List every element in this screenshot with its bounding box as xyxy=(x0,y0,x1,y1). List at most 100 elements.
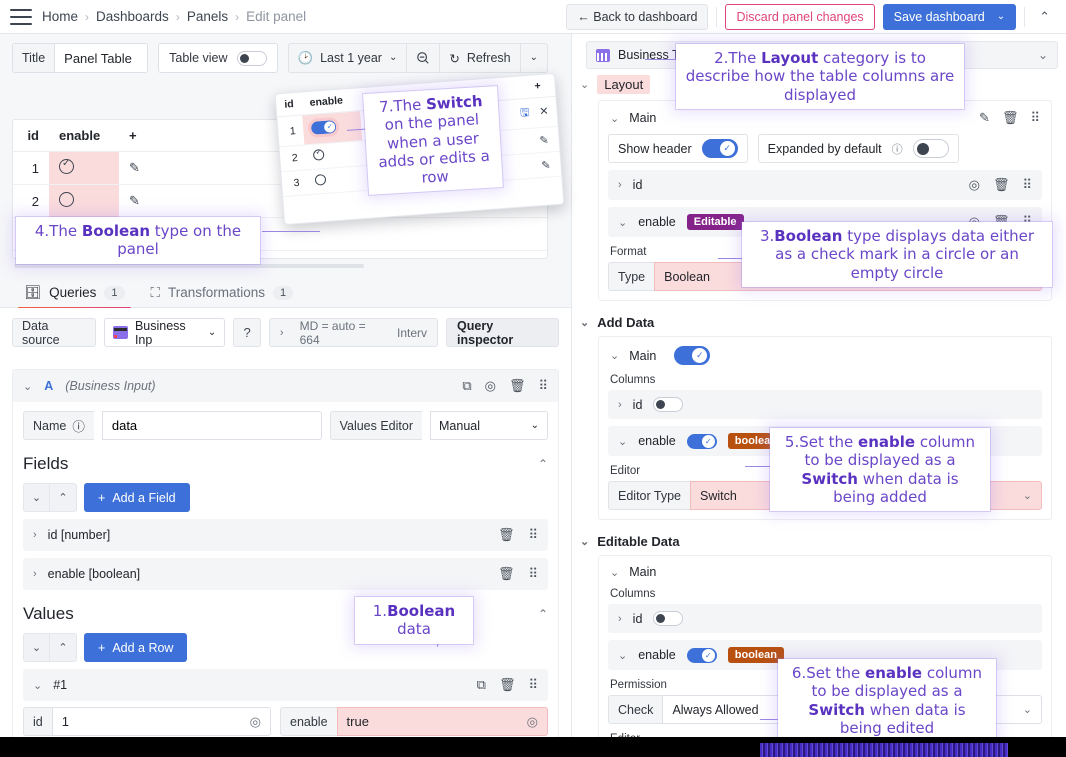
chevron-down-icon[interactable]: ⌄ xyxy=(23,380,32,393)
save-icon[interactable]: 🖫 xyxy=(520,107,530,120)
field-row-enable[interactable]: › enable [boolean] 🗑 ⠿ xyxy=(23,558,548,590)
chevron-down-icon[interactable]: ⌄ xyxy=(1023,703,1032,716)
add-data-group-header[interactable]: ⌄ Main xyxy=(608,345,1042,365)
chevron-down-icon[interactable]: ⌄ xyxy=(33,679,42,692)
chevron-right-icon[interactable]: › xyxy=(33,568,37,580)
chevron-down-icon[interactable]: ⌄ xyxy=(618,216,627,229)
breadcrumb-item-home[interactable]: Home xyxy=(42,9,78,24)
expand-all-icon[interactable]: ⌄ xyxy=(23,633,50,662)
eye-icon[interactable]: ◎ xyxy=(969,177,980,193)
trash-icon[interactable]: 🗑 xyxy=(498,566,515,582)
trash-icon[interactable]: 🗑 xyxy=(498,527,515,543)
drag-handle-icon[interactable]: ⠿ xyxy=(1022,177,1032,193)
tab-queries[interactable]: 🗄 Queries 1 xyxy=(24,277,125,308)
zoom-out-button[interactable] xyxy=(407,44,439,72)
add-data-column-id[interactable]: › id xyxy=(608,390,1042,419)
section-add-data-header[interactable]: ⌄ Add Data xyxy=(572,309,1066,334)
column-header-enable[interactable]: enable xyxy=(49,120,119,152)
drag-handle-icon[interactable]: ⠿ xyxy=(528,566,538,582)
chevron-down-icon[interactable]: ⌄ xyxy=(1023,489,1032,502)
collapse-all-icon[interactable]: ⌃ xyxy=(50,633,77,662)
trash-icon[interactable]: 🗑 xyxy=(499,677,516,693)
panel-title-input[interactable] xyxy=(55,44,147,72)
query-options[interactable]: › MD = auto = 664 Interv xyxy=(269,318,438,347)
editable-data-group-header[interactable]: ⌄ Main xyxy=(608,564,1042,579)
switch-on-icon[interactable] xyxy=(311,120,337,135)
info-circle-icon[interactable]: ⓘ xyxy=(892,141,903,157)
editable-data-column-id[interactable]: › id xyxy=(608,604,1042,633)
trash-icon[interactable]: 🗑 xyxy=(1002,110,1019,126)
back-to-dashboard-button[interactable]: ← Back to dashboard xyxy=(566,4,708,30)
trash-icon[interactable]: 🗑 xyxy=(993,177,1010,193)
eye-icon[interactable]: ◎ xyxy=(250,714,261,730)
chevron-up-icon[interactable]: ⌃ xyxy=(538,457,548,471)
hamburger-icon[interactable] xyxy=(10,9,32,25)
show-header-toggle[interactable]: Show header xyxy=(608,134,748,163)
chevron-down-icon[interactable]: ⌄ xyxy=(389,53,397,63)
eye-icon[interactable]: ◎ xyxy=(485,378,496,394)
layout-column-id[interactable]: › id ◎ 🗑 ⠿ xyxy=(608,170,1042,200)
query-inspector-button[interactable]: Query inspector xyxy=(446,318,559,347)
refresh-interval-dropdown[interactable]: ⌄ xyxy=(521,44,547,72)
column-header-id[interactable]: id xyxy=(13,120,49,152)
pencil-icon[interactable]: ✎ xyxy=(539,134,549,147)
pencil-icon[interactable]: ✎ xyxy=(129,193,140,208)
add-data-column-id-switch[interactable] xyxy=(653,397,683,412)
add-a-field-button[interactable]: + Add a Field xyxy=(84,483,190,512)
query-card-header[interactable]: ⌄ A (Business Input) ⧉ ◎ 🗑 ⠿ xyxy=(13,370,558,402)
section-editable-data-header[interactable]: ⌄ Editable Data xyxy=(572,528,1066,553)
chevron-down-icon[interactable]: ⌄ xyxy=(580,78,589,91)
chevron-down-icon[interactable]: ⌄ xyxy=(997,12,1005,22)
chevron-up-icon[interactable]: ⌃ xyxy=(538,607,548,621)
editable-data-column-id-switch[interactable] xyxy=(653,611,683,626)
chevron-down-icon[interactable]: ⌄ xyxy=(530,53,538,63)
collapse-all-icon[interactable]: ⌃ xyxy=(50,483,77,512)
chevron-down-icon[interactable]: ⌄ xyxy=(531,421,539,431)
refresh-button[interactable]: ↻ Refresh xyxy=(440,44,519,72)
column-header-id[interactable]: id xyxy=(276,93,303,117)
query-name-input[interactable] xyxy=(102,411,322,440)
breadcrumb-item-dashboards[interactable]: Dashboards xyxy=(96,9,169,24)
drag-handle-icon[interactable]: ⠿ xyxy=(528,527,538,543)
table-view-switch[interactable] xyxy=(237,51,267,66)
pencil-icon[interactable]: ✎ xyxy=(541,159,551,172)
pencil-icon[interactable]: ✎ xyxy=(129,160,140,175)
value-row-header-1[interactable]: ⌄ #1 ⧉ 🗑 ⠿ xyxy=(23,669,548,701)
values-editor-select[interactable]: Manual ⌄ xyxy=(430,411,548,440)
chevron-up-icon[interactable]: ⌃ xyxy=(1033,7,1056,27)
show-header-switch[interactable] xyxy=(702,139,738,158)
add-data-group-switch[interactable] xyxy=(674,346,710,365)
data-source-picker[interactable]: Business Inp ⌄ xyxy=(104,318,225,347)
field-row-id[interactable]: › id [number] 🗑 ⠿ xyxy=(23,519,548,551)
chevron-down-icon[interactable]: ⌄ xyxy=(580,316,589,329)
expanded-by-default-toggle[interactable]: Expanded by default ⓘ xyxy=(758,134,959,163)
chevron-right-icon[interactable]: › xyxy=(33,529,37,541)
chevron-down-icon[interactable]: ⌄ xyxy=(610,566,619,579)
chevron-down-icon[interactable]: ⌄ xyxy=(610,112,619,125)
drag-handle-icon[interactable]: ⠿ xyxy=(528,677,538,693)
trash-icon[interactable]: 🗑 xyxy=(509,378,526,394)
chevron-right-icon[interactable]: › xyxy=(618,613,622,625)
expanded-by-default-switch[interactable] xyxy=(913,139,949,158)
close-icon[interactable]: ✕ xyxy=(539,105,549,118)
edit-icon[interactable]: ✎ xyxy=(979,110,990,126)
expand-all-icon[interactable]: ⌄ xyxy=(23,483,50,512)
copy-icon[interactable]: ⧉ xyxy=(477,677,486,693)
chevron-down-icon[interactable]: ⌄ xyxy=(1038,48,1048,62)
table-view-toggle[interactable]: Table view xyxy=(158,43,277,73)
chevron-right-icon[interactable]: › xyxy=(618,179,622,191)
drag-handle-icon[interactable]: ⠿ xyxy=(538,378,548,394)
save-dashboard-button[interactable]: Save dashboard ⌄ xyxy=(883,4,1016,30)
add-a-row-button[interactable]: + Add a Row xyxy=(84,633,187,662)
panel-resize-handle[interactable] xyxy=(14,264,364,268)
chevron-right-icon[interactable]: › xyxy=(618,399,622,411)
drag-handle-icon[interactable]: ⠿ xyxy=(1030,110,1040,126)
discard-panel-changes-button[interactable]: Discard panel changes xyxy=(725,4,874,30)
editable-data-column-enable-switch[interactable] xyxy=(687,648,717,663)
chevron-down-icon[interactable]: ⌄ xyxy=(580,535,589,548)
datasource-help-button[interactable]: ? xyxy=(233,318,261,347)
chevron-down-icon[interactable]: ⌄ xyxy=(618,649,627,662)
layout-group-header[interactable]: ⌄ Main ✎ 🗑 ⠿ xyxy=(608,109,1042,126)
value-id-input[interactable]: 1 ◎ xyxy=(52,707,271,736)
breadcrumb-item-panels[interactable]: Panels xyxy=(187,9,228,24)
